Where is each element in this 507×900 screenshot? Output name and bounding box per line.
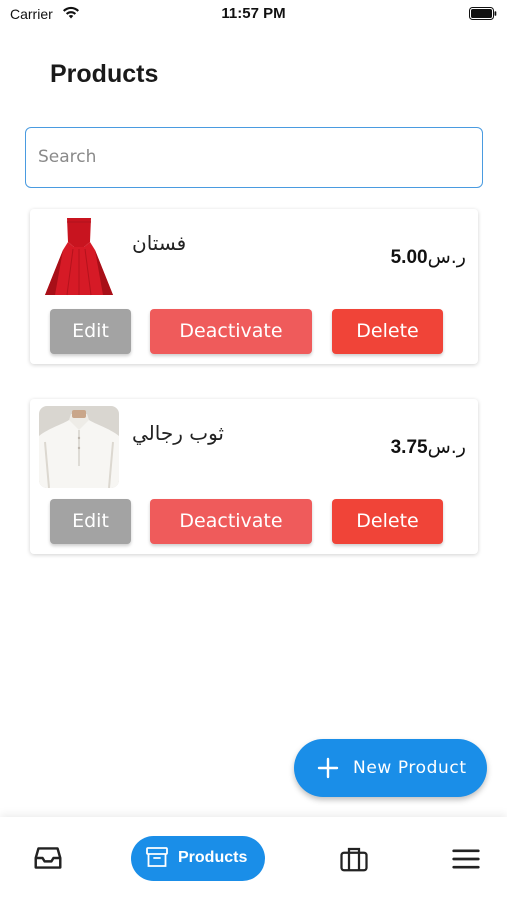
- search-box[interactable]: [25, 127, 483, 188]
- plus-icon: [317, 757, 339, 779]
- delete-button[interactable]: Delete: [332, 499, 443, 544]
- white-thobe-image: [39, 406, 119, 488]
- briefcase-icon[interactable]: [339, 844, 369, 874]
- product-price: ر.س3.75: [391, 436, 466, 459]
- battery-icon: [469, 7, 497, 20]
- delete-button[interactable]: Delete: [332, 309, 443, 354]
- currency-label: ر.س: [427, 246, 466, 268]
- edit-button[interactable]: Edit: [50, 499, 131, 544]
- currency-label: ر.س: [427, 436, 466, 458]
- product-name: فستان: [132, 231, 187, 255]
- deactivate-button[interactable]: Deactivate: [150, 309, 312, 354]
- search-input[interactable]: [38, 128, 468, 186]
- bottom-nav: Products: [0, 817, 507, 900]
- nav-products-tab[interactable]: Products: [131, 836, 265, 881]
- page-title: Products: [50, 60, 159, 88]
- new-product-button[interactable]: New Product: [294, 739, 487, 797]
- archive-box-icon: [146, 847, 168, 867]
- new-product-label: New Product: [353, 758, 467, 778]
- inbox-icon[interactable]: [33, 843, 63, 873]
- product-name: ثوب رجالي: [132, 421, 224, 445]
- product-card: ثوب رجالي ر.س3.75 Edit Deactivate Delete: [30, 399, 478, 554]
- product-price: ر.س5.00: [391, 246, 466, 269]
- price-amount: 3.75: [390, 437, 428, 458]
- clock: 11:57 PM: [221, 5, 286, 22]
- edit-button[interactable]: Edit: [50, 309, 131, 354]
- status-bar: Carrier 11:57 PM: [0, 0, 507, 30]
- nav-products-label: Products: [178, 849, 248, 866]
- product-card: فستان ر.س5.00 Edit Deactivate Delete: [30, 209, 478, 364]
- deactivate-button[interactable]: Deactivate: [150, 499, 312, 544]
- hamburger-menu-icon[interactable]: [451, 844, 481, 874]
- price-amount: 5.00: [390, 247, 428, 268]
- red-dress-image: [39, 216, 119, 298]
